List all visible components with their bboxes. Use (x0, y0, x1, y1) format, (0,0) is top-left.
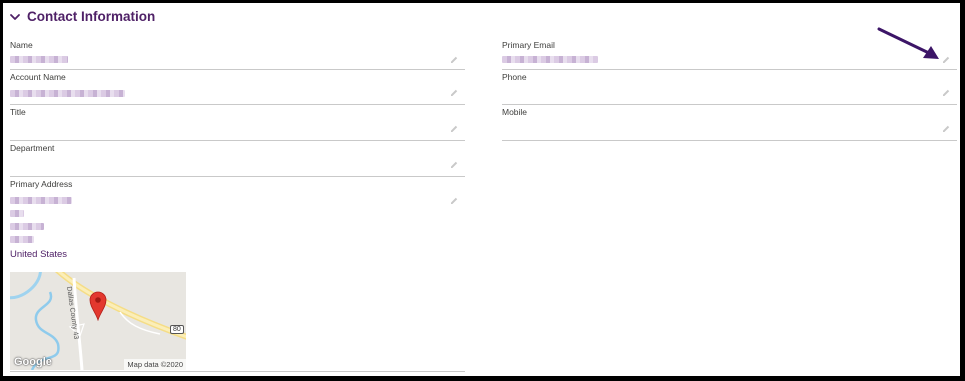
pencil-icon[interactable] (449, 160, 459, 170)
pencil-icon[interactable] (941, 124, 951, 134)
section-title: Contact Information (27, 9, 156, 24)
department-label: Department (10, 143, 55, 153)
pencil-icon[interactable] (449, 88, 459, 98)
annotation-arrow-icon (877, 27, 939, 59)
primary-email-label: Primary Email (502, 40, 555, 50)
map-google-logo[interactable]: Google (14, 356, 52, 368)
name-field: Name (10, 38, 465, 70)
route-shield: 80 (170, 325, 184, 334)
department-field: Department (10, 141, 465, 177)
pencil-icon[interactable] (449, 124, 459, 134)
address-line-1-redacted (10, 197, 72, 204)
title-field: Title (10, 105, 465, 141)
title-label: Title (10, 107, 26, 117)
address-line-3-redacted (10, 223, 44, 230)
primary-address-field: Primary Address United States Dallas Cou… (10, 177, 465, 372)
account-name-field: Account Name (10, 70, 465, 105)
address-line-2-redacted (10, 210, 24, 217)
primary-email-value-redacted[interactable] (502, 56, 598, 63)
phone-label: Phone (502, 72, 527, 82)
mobile-field: Mobile (502, 105, 957, 141)
pencil-icon[interactable] (449, 55, 459, 65)
address-map[interactable]: Dallas County 43 80 Google Map data ©202… (10, 272, 186, 370)
account-name-label: Account Name (10, 72, 66, 82)
map-pin-icon[interactable] (89, 291, 107, 321)
primary-address-label: Primary Address (10, 179, 73, 189)
pencil-icon[interactable] (941, 88, 951, 98)
section-header[interactable]: Contact Information (9, 9, 155, 24)
mobile-label: Mobile (502, 107, 528, 117)
account-name-value-redacted (10, 90, 125, 97)
map-credit[interactable]: Map data ©2020 (124, 359, 186, 370)
chevron-down-icon[interactable] (9, 11, 21, 23)
name-label: Name (10, 40, 33, 50)
address-country-link[interactable]: United States (10, 249, 67, 260)
pencil-icon[interactable] (449, 196, 459, 206)
address-line-4-redacted (10, 236, 34, 243)
contact-information-panel: Contact Information Name Account Name Ti… (3, 3, 960, 376)
phone-field: Phone (502, 70, 957, 105)
left-column: Name Account Name Title Department Prima… (10, 38, 465, 372)
name-value-redacted (10, 56, 68, 63)
